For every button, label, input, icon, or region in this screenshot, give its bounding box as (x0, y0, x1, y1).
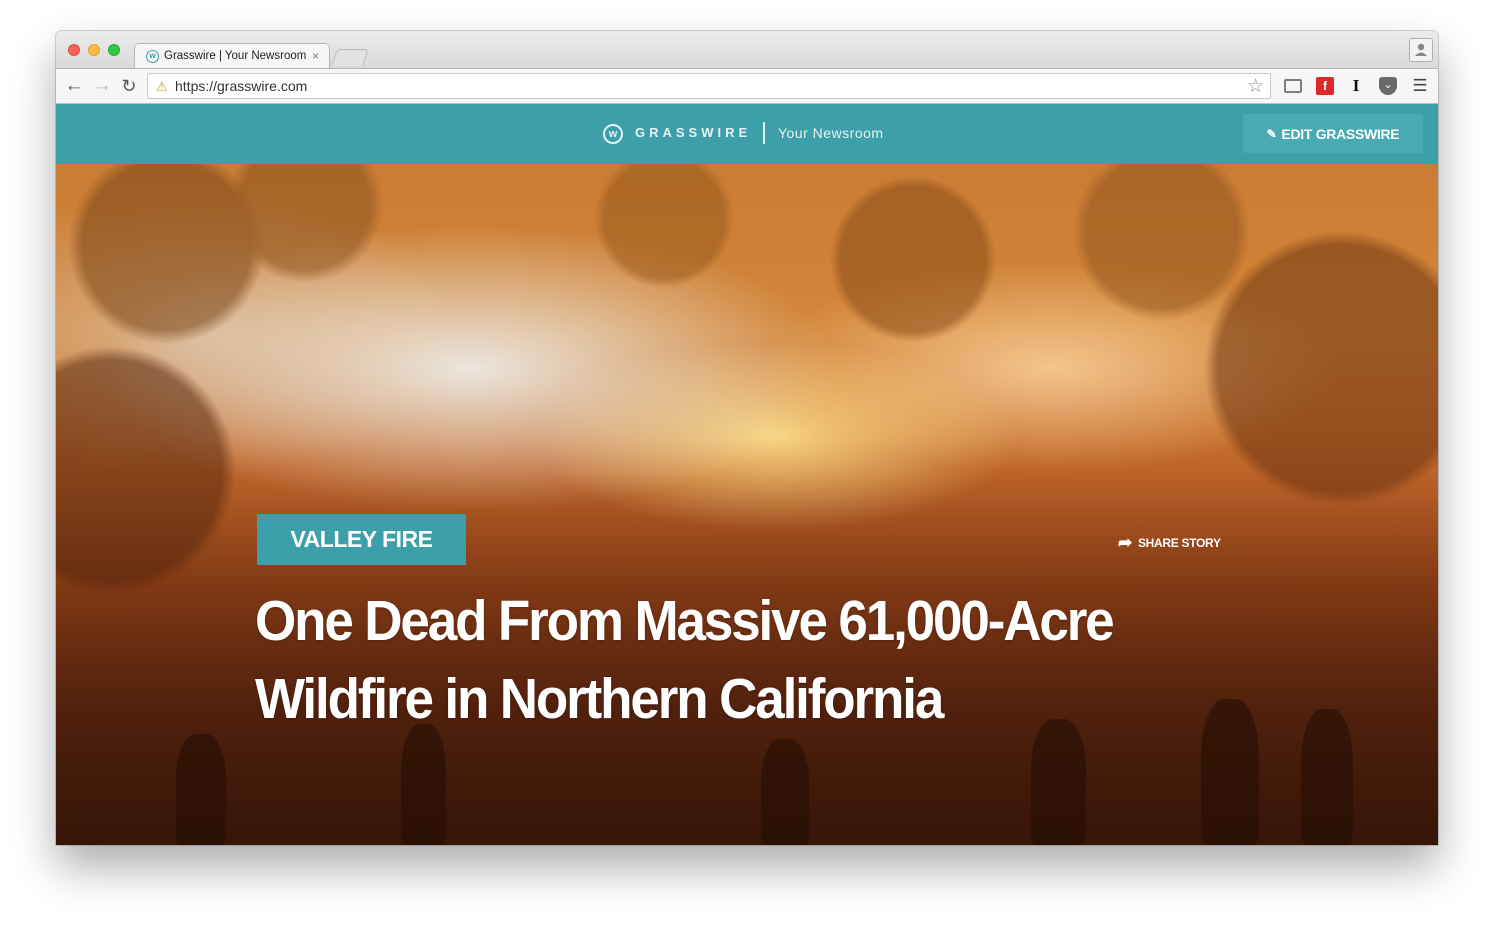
browser-window: w Grasswire | Your Newsroom × ← → ↻ ⚠ ht… (56, 31, 1438, 845)
brand-divider (763, 122, 765, 144)
new-tab-button[interactable] (331, 49, 369, 66)
grasswire-favicon-icon: w (146, 50, 159, 63)
hero-shade (56, 164, 1438, 845)
share-story-label: SHARE STORY (1137, 536, 1221, 550)
flipboard-icon[interactable]: f (1316, 77, 1334, 95)
edit-grasswire-button[interactable]: ✎ EDIT GRASSWIRE (1243, 114, 1423, 153)
story-headline[interactable]: One Dead From Massive 61,000-Acre Wildfi… (255, 582, 1148, 738)
url-text[interactable]: https://grasswire.com (175, 78, 307, 94)
lock-icon: ⚠ (156, 79, 168, 94)
share-arrow-icon: ➦ (1118, 533, 1132, 552)
site-header: w GRASSWIRE Your Newsroom ✎ EDIT GRASSWI… (56, 104, 1438, 164)
pencil-icon: ✎ (1266, 126, 1277, 141)
brand-name[interactable]: GRASSWIRE (635, 125, 751, 140)
arrow-left-icon[interactable]: ← (64, 76, 84, 96)
browser-titlebar: w Grasswire | Your Newsroom × (56, 31, 1438, 69)
pocket-icon[interactable]: ⌄ (1379, 77, 1397, 95)
browser-toolbar: ← → ↻ ⚠ https://grasswire.com ☆ f I ⌄ ☰ (56, 68, 1438, 104)
cast-icon[interactable] (1284, 79, 1302, 93)
tab-close-icon[interactable]: × (312, 49, 319, 63)
minimize-window-button[interactable] (88, 44, 100, 56)
tab-title: Grasswire | Your Newsroom (164, 50, 307, 62)
brand-tagline: Your Newsroom (778, 125, 884, 141)
category-tag[interactable]: VALLEY FIRE (257, 514, 466, 565)
browser-tab-active[interactable]: w Grasswire | Your Newsroom × (134, 43, 330, 69)
star-icon[interactable]: ☆ (1247, 75, 1264, 98)
hero-story-image[interactable]: VALLEY FIRE ➦ SHARE STORY One Dead From … (56, 164, 1438, 845)
grasswire-logo-icon[interactable]: w (603, 124, 623, 144)
share-story-button[interactable]: ➦ SHARE STORY (1118, 533, 1221, 552)
address-bar[interactable]: ⚠ https://grasswire.com ☆ (147, 73, 1271, 99)
instapaper-icon[interactable]: I (1347, 77, 1365, 95)
menu-icon[interactable]: ☰ (1411, 77, 1429, 95)
reload-icon[interactable]: ↻ (119, 76, 139, 96)
arrow-right-icon[interactable]: → (92, 76, 112, 96)
close-window-button[interactable] (68, 44, 80, 56)
zoom-window-button[interactable] (108, 44, 120, 56)
person-icon (1415, 43, 1427, 56)
edit-button-label: EDIT GRASSWIRE (1281, 125, 1400, 142)
profile-button[interactable] (1409, 38, 1433, 62)
